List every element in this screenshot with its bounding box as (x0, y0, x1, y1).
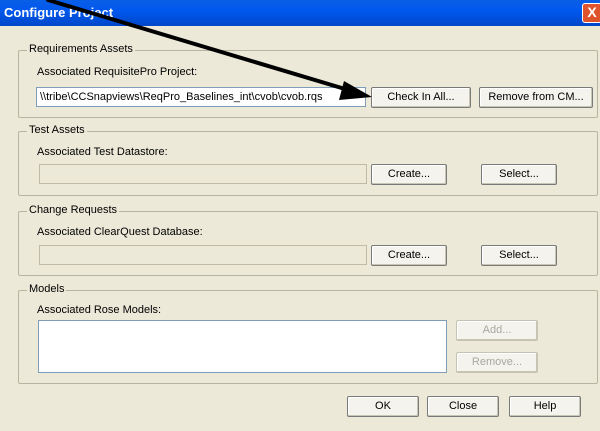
pointer-arrow-icon (46, 0, 372, 100)
